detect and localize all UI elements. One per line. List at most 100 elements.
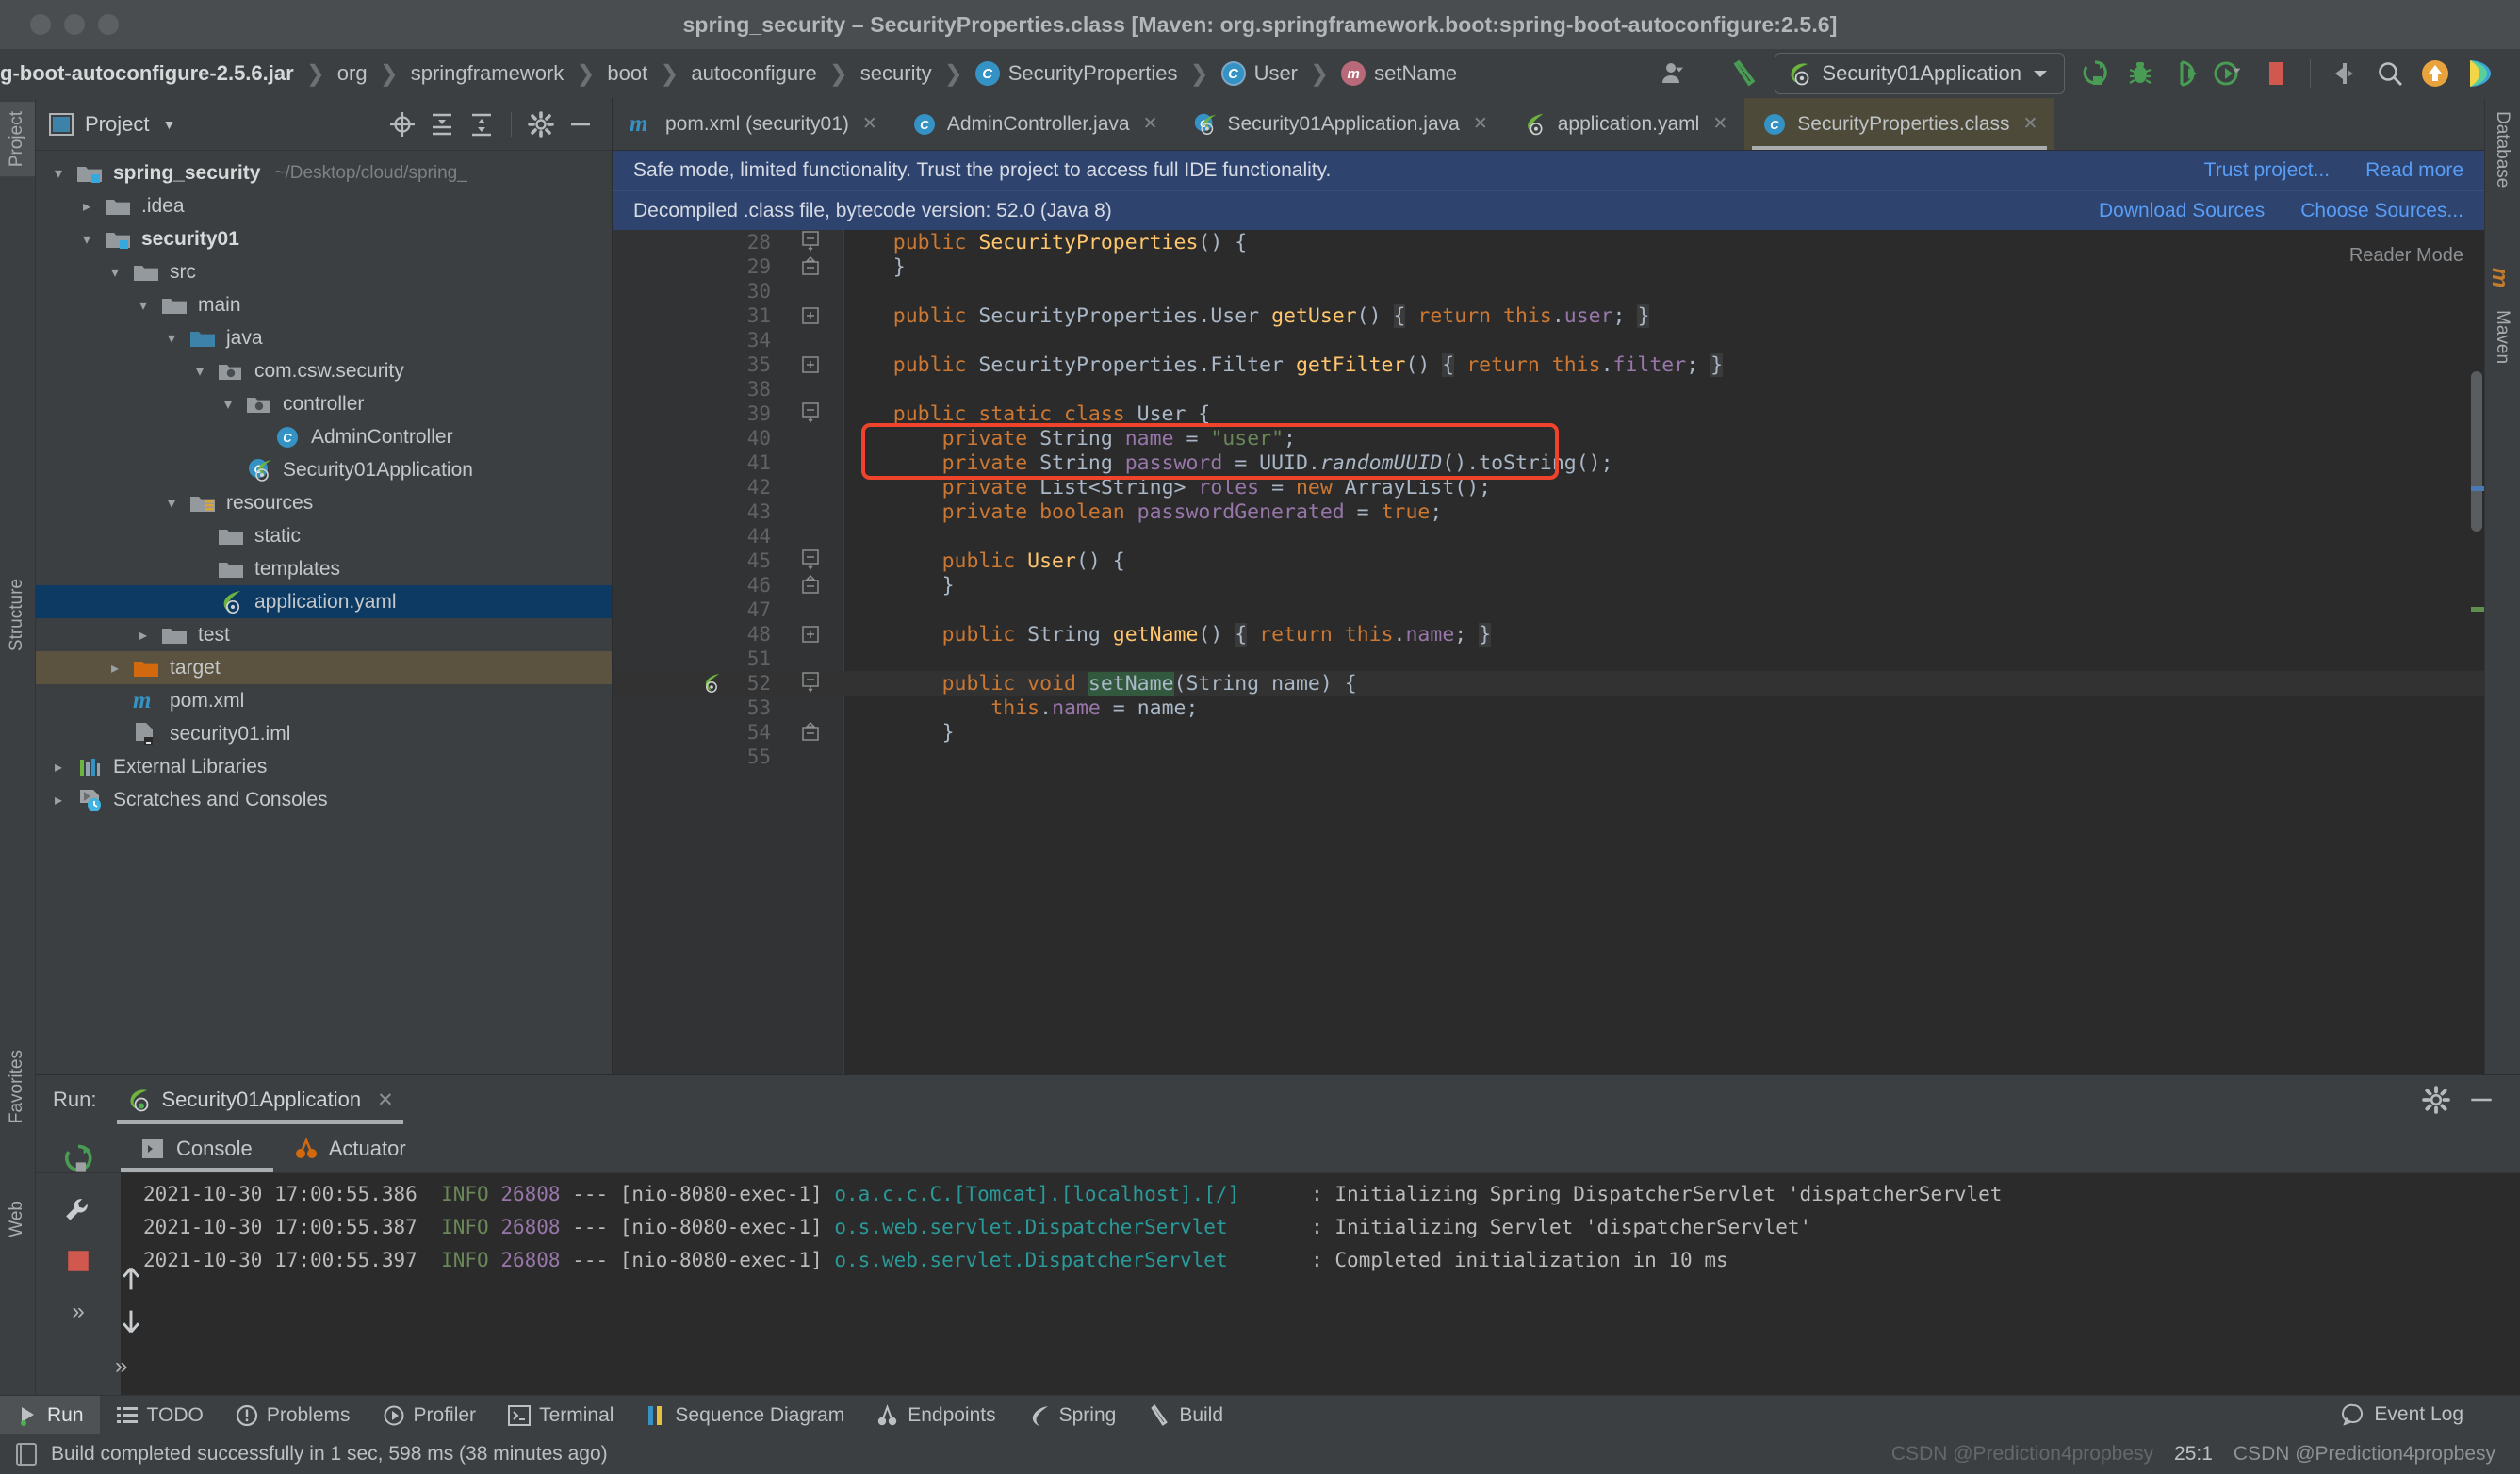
fold-minus-top-icon[interactable] <box>801 672 827 695</box>
tab-console[interactable]: Console <box>121 1124 273 1172</box>
debug-icon[interactable] <box>2118 53 2163 94</box>
code-line[interactable]: 28 public SecurityProperties() { <box>613 230 2484 254</box>
breadcrumb-item-org[interactable]: org <box>325 61 380 86</box>
code-line[interactable]: 52 public void setName(String name) { <box>613 671 2484 696</box>
chevron-down-icon[interactable]: ▾ <box>162 329 181 348</box>
tree-item-external-libraries[interactable]: ▸ External Libraries <box>36 750 612 783</box>
editor-tab-pom-xml-security01-[interactable]: m pom.xml (security01) ✕ <box>613 98 894 150</box>
locate-icon[interactable] <box>385 106 420 142</box>
tree-item-com-csw-security[interactable]: ▾ com.csw.security <box>36 354 612 387</box>
chevron-down-icon[interactable]: ▾ <box>162 494 181 513</box>
code-line[interactable]: 54 } <box>613 720 2484 745</box>
close-icon[interactable]: ✕ <box>377 1089 394 1112</box>
breadcrumb-item-securityproperties[interactable]: C SecurityProperties <box>963 61 1190 86</box>
close-tab-icon[interactable]: ✕ <box>862 113 877 135</box>
profiler-icon[interactable] <box>2208 53 2253 94</box>
spring-bean-icon[interactable] <box>699 672 726 695</box>
read-more-link[interactable]: Read more <box>2365 159 2463 182</box>
trust-project-link[interactable]: Trust project... <box>2204 159 2330 182</box>
chevron-down-icon[interactable]: ▾ <box>219 395 237 414</box>
tree-item-security01application[interactable]: C Security01Application <box>36 453 612 486</box>
tree-item-admincontroller[interactable]: C AdminController <box>36 420 612 453</box>
code-line[interactable]: 44 <box>613 524 2484 549</box>
close-tab-icon[interactable]: ✕ <box>1712 113 1727 135</box>
minimize-icon[interactable] <box>563 106 598 142</box>
code-line[interactable]: 35 public SecurityProperties.Filter getF… <box>613 352 2484 377</box>
breadcrumb-item-setname[interactable]: m setName <box>1329 61 1469 86</box>
code-line[interactable]: 39 public static class User { <box>613 401 2484 426</box>
editor-tab-security01application-java[interactable]: C Security01Application.java ✕ <box>1175 98 1505 150</box>
code-line[interactable]: 51 <box>613 647 2484 671</box>
chevron-right-icon[interactable]: ▸ <box>77 197 96 216</box>
fold-plus-icon[interactable] <box>801 355 827 374</box>
editor-tab-bar[interactable]: m pom.xml (security01) ✕ C AdminController.j… <box>613 98 2484 151</box>
sidebar-item-favorites[interactable]: Favorites <box>0 1040 35 1133</box>
tree-item-pom-xml[interactable]: m pom.xml <box>36 684 612 717</box>
tool-window-endpoints[interactable]: Endpoints <box>860 1396 1011 1434</box>
stop-icon[interactable] <box>2253 53 2299 94</box>
code-line[interactable]: 47 <box>613 598 2484 622</box>
editor-scrollbar[interactable] <box>2471 371 2482 532</box>
code-line[interactable]: 46 } <box>613 573 2484 598</box>
tree-item-spring-security[interactable]: ▾ spring_security ~/Desktop/cloud/spring_ <box>36 156 612 189</box>
breadcrumb-item-jar[interactable]: g-boot-autoconfigure-2.5.6.jar <box>0 61 306 86</box>
code-line[interactable]: 31 public SecurityProperties.User getUse… <box>613 303 2484 328</box>
fold-minus-top-icon[interactable] <box>801 402 827 425</box>
code-line[interactable]: 48 public String getName() { return this… <box>613 622 2484 647</box>
chevron-right-icon[interactable]: ▸ <box>106 659 124 678</box>
chevron-down-icon[interactable] <box>2032 68 2049 79</box>
download-sources-link[interactable]: Download Sources <box>2099 200 2265 222</box>
sidebar-item-project[interactable]: Project <box>0 102 35 177</box>
chevron-down-icon[interactable]: ▾ <box>190 362 209 381</box>
tree-item--idea[interactable]: ▸ .idea <box>36 189 612 222</box>
user-settings-icon[interactable] <box>1653 53 1698 94</box>
tree-item-target[interactable]: ▸ target <box>36 651 612 684</box>
updates-icon[interactable] <box>2413 53 2458 94</box>
run-configuration-selector[interactable]: Security01Application <box>1775 53 2065 94</box>
reader-mode-label[interactable]: Reader Mode <box>2349 245 2463 267</box>
fold-minus-top-icon[interactable] <box>801 231 827 254</box>
run-with-coverage-icon[interactable] <box>2163 53 2208 94</box>
fold-plus-icon[interactable] <box>801 306 827 325</box>
tool-window-bar[interactable]: Run TODO Problems Profiler Terminal Sequence … <box>0 1395 2520 1434</box>
console-more-icon[interactable]: » <box>115 1353 153 1380</box>
code-line[interactable]: 55 <box>613 745 2484 769</box>
gear-icon[interactable] <box>523 106 559 142</box>
minimize-icon[interactable] <box>2467 1086 2495 1114</box>
search-everywhere-icon[interactable] <box>2367 53 2413 94</box>
fold-minus-bot-icon[interactable] <box>801 255 827 278</box>
expand-all-icon[interactable] <box>424 106 460 142</box>
tool-window-sequence-diagram[interactable]: Sequence Diagram <box>630 1396 860 1434</box>
code-line[interactable]: 42 private List<String> roles = new Arra… <box>613 475 2484 500</box>
editor-tab-application-yaml[interactable]: application.yaml ✕ <box>1505 98 1745 150</box>
tool-window-terminal[interactable]: Terminal <box>492 1396 630 1434</box>
breadcrumb-item-user[interactable]: C User <box>1209 61 1310 86</box>
code-line[interactable]: 53 this.name = name; <box>613 696 2484 720</box>
tool-window-run[interactable]: Run <box>0 1396 100 1434</box>
tree-item-src[interactable]: ▾ src <box>36 255 612 288</box>
run-config-tab[interactable]: Security01Application ✕ <box>117 1075 403 1124</box>
gear-icon[interactable] <box>2422 1086 2450 1114</box>
choose-sources-link[interactable]: Choose Sources... <box>2300 200 2463 222</box>
console-nav-up[interactable] <box>115 1263 153 1295</box>
chevron-right-icon[interactable]: ▸ <box>49 791 68 810</box>
idea-logo-icon[interactable] <box>2458 53 2503 94</box>
console-output[interactable]: 2021-10-30 17:00:55.386 INFO 26808 --- [… <box>121 1173 2520 1395</box>
code-line[interactable]: 38 <box>613 377 2484 401</box>
sidebar-item-structure[interactable]: Structure <box>0 569 35 661</box>
more-icon[interactable]: » <box>57 1290 100 1334</box>
run-icon[interactable] <box>2072 53 2118 94</box>
tree-item-scratches-and-consoles[interactable]: ▸ Scratches and Consoles <box>36 783 612 816</box>
error-stripe-marker[interactable] <box>2471 486 2484 491</box>
code-line[interactable]: 45 public User() { <box>613 549 2484 573</box>
tool-window-profiler[interactable]: Profiler <box>367 1396 493 1434</box>
tree-item-templates[interactable]: templates <box>36 552 612 585</box>
code-line[interactable]: 29 } <box>613 254 2484 279</box>
close-tab-icon[interactable]: ✕ <box>1473 113 1488 135</box>
code-line[interactable]: 34 <box>613 328 2484 352</box>
code-line[interactable]: 41 private String password = UUID.random… <box>613 450 2484 475</box>
tool-window-spring[interactable]: Spring <box>1012 1396 1133 1434</box>
tree-item-controller[interactable]: ▾ controller <box>36 387 612 420</box>
caret-position[interactable]: 25:1 <box>2174 1443 2213 1466</box>
breadcrumb-item-springframework[interactable]: springframework <box>399 61 577 86</box>
